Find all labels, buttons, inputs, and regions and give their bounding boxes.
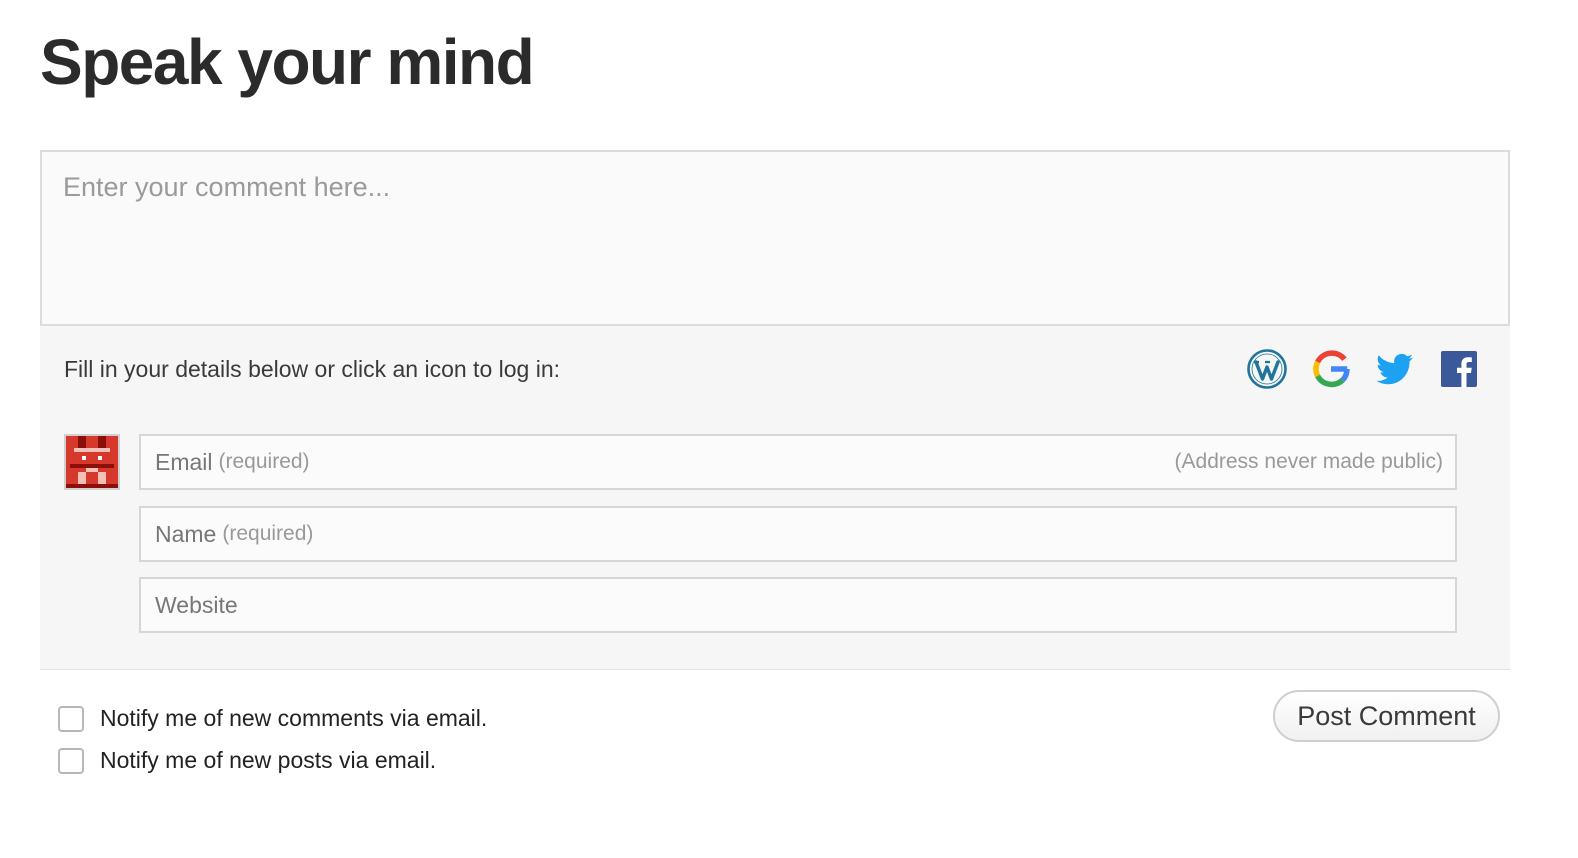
- notify-posts-checkbox[interactable]: [58, 747, 84, 774]
- email-field[interactable]: Email (required) (Address never made pub…: [139, 434, 1457, 490]
- name-required-note: (required): [222, 522, 314, 545]
- notify-comments-option[interactable]: Notify me of new comments via email.: [58, 705, 487, 732]
- notify-comments-label: Notify me of new comments via email.: [100, 705, 488, 731]
- website-label: Website: [155, 591, 238, 618]
- notify-posts-option[interactable]: Notify me of new posts via email.: [58, 747, 436, 774]
- email-privacy-hint: (Address never made public): [1174, 450, 1443, 473]
- post-comment-button[interactable]: Post Comment: [1273, 690, 1500, 742]
- login-prompt: Fill in your details below or click an i…: [64, 356, 561, 382]
- avatar: [64, 434, 120, 490]
- facebook-icon[interactable]: [1438, 348, 1480, 390]
- name-field[interactable]: Name (required): [139, 506, 1457, 562]
- comment-textarea[interactable]: [42, 152, 1508, 324]
- notify-comments-checkbox[interactable]: [58, 705, 84, 732]
- google-icon[interactable]: [1310, 348, 1352, 390]
- comment-box: [40, 150, 1510, 326]
- name-label: Name: [155, 520, 217, 547]
- email-required-note: (required): [218, 450, 310, 473]
- login-icons: [1246, 348, 1480, 390]
- pixel-avatar-icon: [66, 436, 118, 488]
- page-title: Speak your mind: [40, 26, 535, 98]
- email-label: Email: [155, 448, 213, 475]
- twitter-icon[interactable]: [1374, 348, 1416, 390]
- notify-posts-label: Notify me of new posts via email.: [100, 747, 437, 773]
- website-field[interactable]: Website: [139, 577, 1457, 633]
- wordpress-icon[interactable]: [1246, 348, 1288, 390]
- details-panel: Fill in your details below or click an i…: [40, 326, 1510, 670]
